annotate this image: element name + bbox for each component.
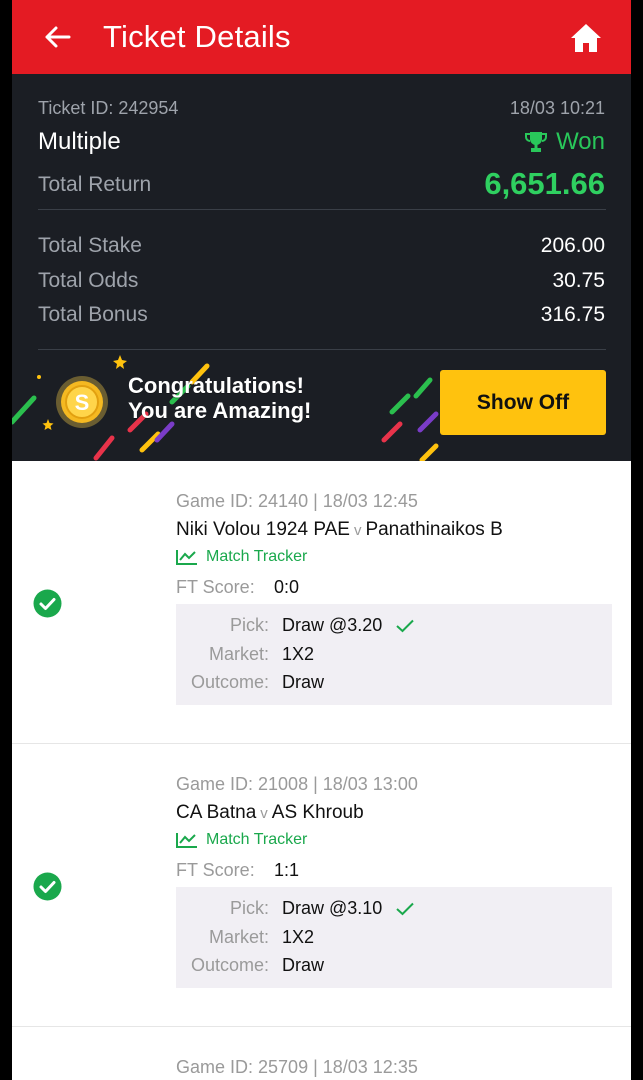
match-teams: Niki Volou 1924 PAE v Panathinaikos B xyxy=(176,519,503,541)
match-tracker-label: Match Tracker xyxy=(206,548,308,565)
away-team: Panathinaikos B xyxy=(365,519,503,540)
divider xyxy=(38,209,606,210)
outcome-label: Outcome: xyxy=(190,955,269,975)
total-odds-label: Total Odds xyxy=(38,269,139,292)
congrats-line-2: You are Amazing! xyxy=(128,398,312,423)
svg-text:S: S xyxy=(75,390,90,415)
home-team: CA Batna xyxy=(176,802,257,823)
outcome-label: Outcome: xyxy=(190,672,269,692)
ft-score-value: 0:0 xyxy=(274,577,300,597)
pick-value: Draw @3.20 xyxy=(282,615,415,636)
ticket-datetime: 18/03 10:21 xyxy=(509,98,605,118)
home-team: Niki Volou 1924 PAE xyxy=(176,519,350,540)
show-off-button[interactable]: Show Off xyxy=(440,370,606,435)
game-id: Game ID: 25709 | 18/03 12:35 xyxy=(176,1057,418,1077)
total-bonus-label: Total Bonus xyxy=(38,303,148,326)
arrow-left-icon xyxy=(45,26,71,48)
pick-details: Pick: Draw @3.10 Market: 1X2 Outcome: Dr… xyxy=(176,887,612,988)
total-stake-value: 206.00 xyxy=(540,234,605,257)
market-label: Market: xyxy=(208,927,269,947)
pick-text: Draw @3.10 xyxy=(282,898,383,918)
back-button[interactable] xyxy=(42,22,72,52)
versus-label: v xyxy=(260,805,268,822)
chart-line-icon xyxy=(176,833,197,848)
pick-details: Pick: Draw @3.20 Market: 1X2 Outcome: Dr… xyxy=(176,604,612,705)
ft-score-value: 1:1 xyxy=(274,860,300,880)
pick-label: Pick: xyxy=(229,615,269,635)
bet-type: Multiple xyxy=(38,128,121,155)
status-text: Won xyxy=(556,128,605,155)
game-id: Game ID: 21008 | 18/03 13:00 xyxy=(176,774,418,794)
check-circle-icon xyxy=(33,589,62,618)
congrats-line-1: Congratulations! xyxy=(128,373,304,398)
match-tracker-link[interactable]: Match Tracker xyxy=(176,831,307,849)
total-stake-label: Total Stake xyxy=(38,234,142,257)
check-circle-icon xyxy=(33,872,62,901)
page-title: Ticket Details xyxy=(103,19,291,54)
app-window: Ticket Details Ticket ID: 242954 18/03 1… xyxy=(0,0,643,1080)
game-id: Game ID: 24140 | 18/03 12:45 xyxy=(176,491,418,511)
checkmark-icon xyxy=(396,902,415,915)
away-team: AS Khroub xyxy=(271,802,364,823)
chart-line-icon xyxy=(176,550,197,565)
total-return-value: 6,651.66 xyxy=(484,166,605,201)
congrats-message: Congratulations! You are Amazing! xyxy=(128,373,311,423)
market-label: Market: xyxy=(208,644,269,664)
pick-label: Pick: xyxy=(229,898,269,918)
market-value: 1X2 xyxy=(282,927,315,947)
screen: Ticket Details Ticket ID: 242954 18/03 1… xyxy=(12,0,631,1080)
ticket-id: Ticket ID: 242954 xyxy=(38,98,179,118)
game-item: Game ID: 24140 | 18/03 12:45 Niki Volou … xyxy=(12,461,631,744)
top-bar: Ticket Details xyxy=(12,0,631,74)
home-icon xyxy=(571,24,601,52)
total-odds-value: 30.75 xyxy=(552,269,605,292)
ft-score-label: FT Score: xyxy=(176,577,255,597)
match-teams: CA Batna v AS Khroub xyxy=(176,802,364,824)
checkmark-icon xyxy=(396,619,415,632)
total-return-label: Total Return xyxy=(38,173,152,196)
ticket-summary: Ticket ID: 242954 18/03 10:21 Multiple W… xyxy=(12,74,631,461)
game-item: Game ID: 25709 | 18/03 12:35 xyxy=(12,1027,631,1080)
match-tracker-link[interactable]: Match Tracker xyxy=(176,548,307,566)
home-button[interactable] xyxy=(569,22,603,54)
versus-label: v xyxy=(353,522,362,539)
pick-text: Draw @3.20 xyxy=(282,615,383,635)
trophy-icon xyxy=(525,132,548,152)
game-list: Game ID: 24140 | 18/03 12:45 Niki Volou … xyxy=(12,461,631,1080)
coin-icon: S xyxy=(56,376,108,428)
outcome-value: Draw xyxy=(282,672,325,692)
status-badge: Won xyxy=(524,128,605,156)
total-bonus-value: 316.75 xyxy=(540,303,605,326)
market-value: 1X2 xyxy=(282,644,315,664)
outcome-value: Draw xyxy=(282,955,325,975)
match-tracker-label: Match Tracker xyxy=(206,831,308,848)
ft-score-label: FT Score: xyxy=(176,860,255,880)
game-item: Game ID: 21008 | 18/03 13:00 CA Batna v AS… xyxy=(12,744,631,1027)
pick-value: Draw @3.10 xyxy=(282,898,415,919)
